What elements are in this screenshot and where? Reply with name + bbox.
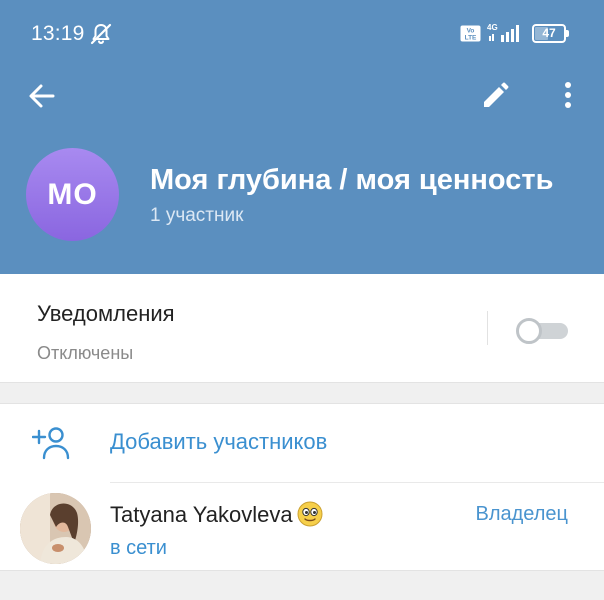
status-time: 13:19 [31, 22, 85, 45]
member-role-badge: Владелец [475, 503, 568, 525]
smiling-face-emoji-icon [297, 501, 323, 527]
members-section: Добавить участников Tatyana Yakovleva в … [0, 403, 604, 571]
svg-text:Vo: Vo [467, 28, 475, 35]
group-title: Моя глубина / моя ценность [150, 164, 554, 196]
notifications-status: Отключены [37, 343, 134, 363]
notifications-setting[interactable]: Уведомления Отключены [0, 274, 604, 383]
group-members-count: 1 участник [150, 205, 244, 226]
add-user-icon [32, 427, 70, 460]
add-members-label: Добавить участников [110, 429, 328, 454]
group-avatar[interactable]: МО [26, 148, 119, 241]
arrow-left-icon[interactable] [26, 80, 58, 112]
member-online-status: в сети [110, 537, 167, 559]
network-type-label: 4G [487, 23, 498, 32]
volte-icon: Vo LTE [460, 25, 481, 42]
notifications-label: Уведомления [37, 301, 175, 326]
battery-icon: 47 [532, 24, 570, 43]
member-name: Tatyana Yakovleva [110, 501, 323, 528]
avatar[interactable] [20, 493, 91, 564]
profile-header: 13:19 Vo LTE 4G 47 МО Моя глубина / моя … [0, 0, 604, 274]
notifications-toggle[interactable] [516, 316, 568, 344]
divider [487, 311, 488, 345]
group-avatar-initials: МО [47, 177, 98, 211]
status-bar: 13:19 Vo LTE 4G 47 [0, 0, 604, 70]
svg-text:LTE: LTE [465, 35, 477, 42]
member-photo [20, 493, 91, 564]
pencil-icon[interactable] [480, 81, 510, 111]
add-members-button[interactable]: Добавить участников [0, 404, 604, 482]
more-vertical-icon[interactable] [553, 80, 583, 110]
member-list-item[interactable]: Tatyana Yakovleva в сети Владелец [0, 483, 604, 572]
member-name-text: Tatyana Yakovleva [110, 502, 293, 527]
signal-4g-icon: 4G [487, 23, 519, 42]
notifications-off-icon [90, 23, 112, 45]
battery-level: 47 [542, 26, 556, 40]
